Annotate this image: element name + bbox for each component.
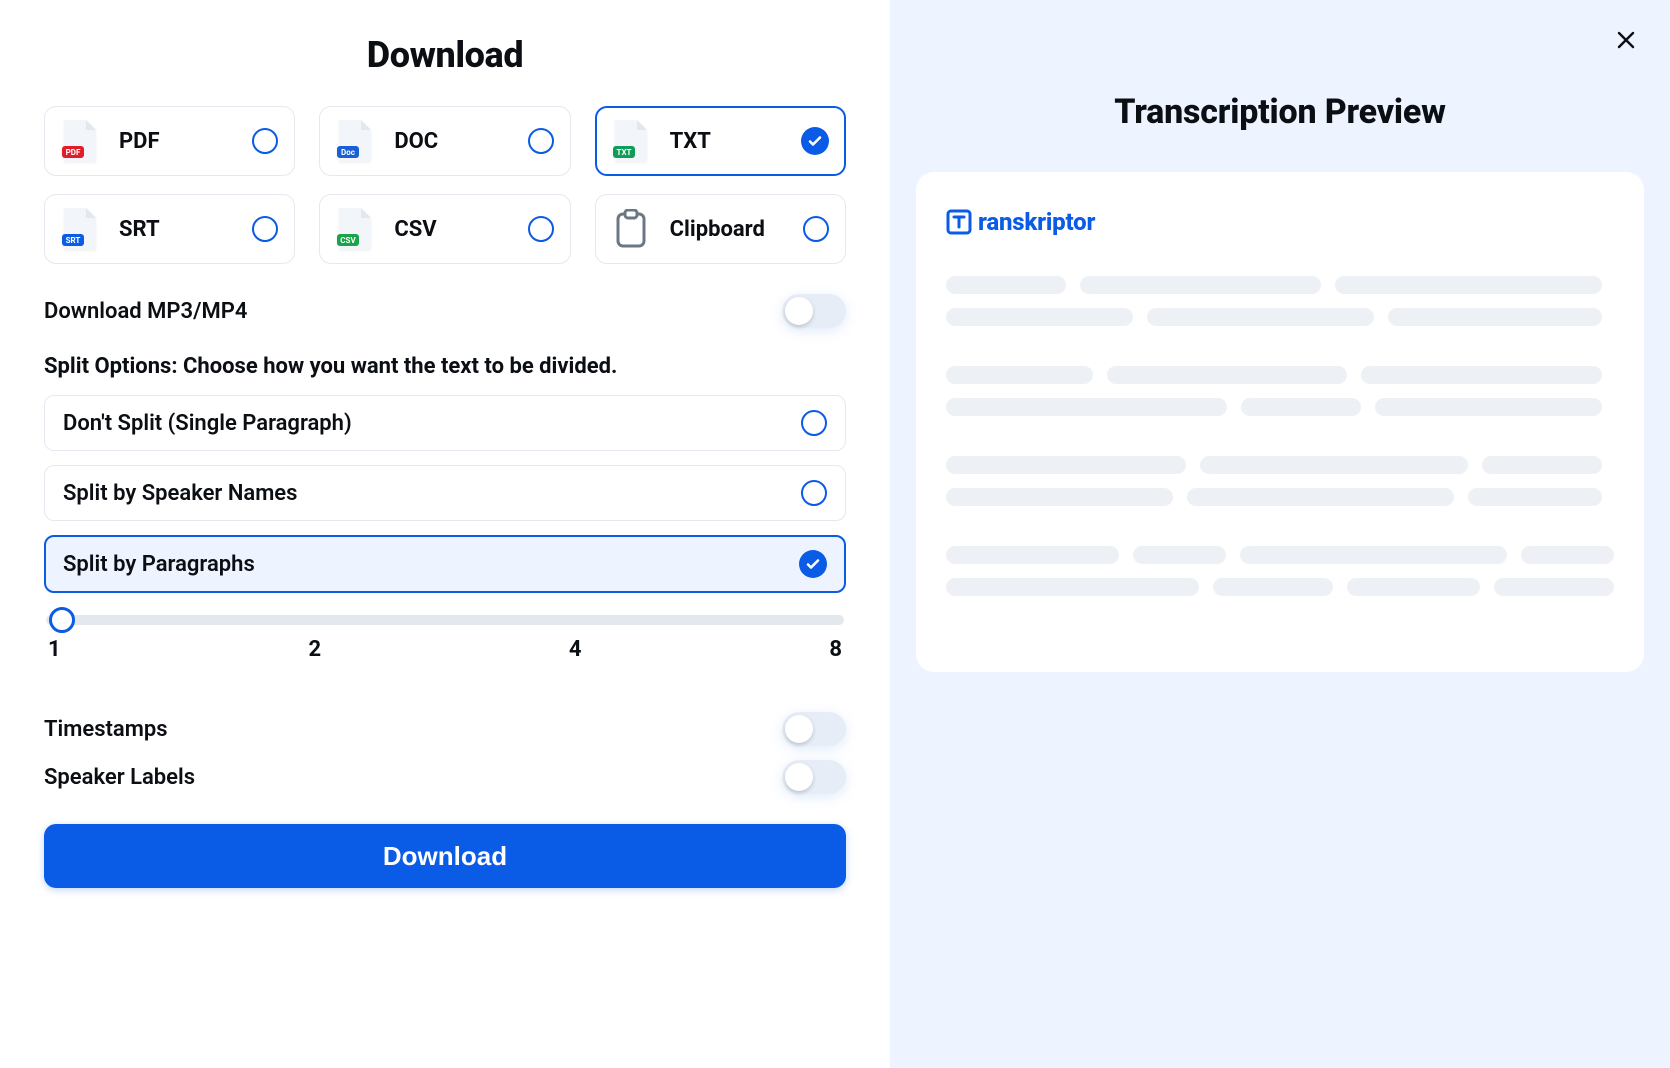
download-media-toggle[interactable] (782, 294, 846, 328)
additional-toggles: Timestamps Speaker Labels (44, 712, 846, 794)
brand-logo: ranskriptor (946, 208, 1614, 236)
format-option-clipboard[interactable]: Clipboard (595, 194, 846, 264)
download-button[interactable]: Download (44, 824, 846, 888)
file-csv-icon: CSV (332, 206, 378, 252)
format-label: PDF (119, 129, 160, 154)
svg-text:PDF: PDF (66, 148, 81, 157)
download-panel: Download PDF PDF (0, 0, 890, 1068)
file-doc-icon: Doc (332, 118, 378, 164)
preview-card: ranskriptor (916, 172, 1644, 672)
split-option-label: Don't Split (Single Paragraph) (63, 411, 352, 436)
timestamps-label: Timestamps (44, 717, 168, 742)
split-option-single[interactable]: Don't Split (Single Paragraph) (44, 395, 846, 451)
page-title: Download (44, 34, 846, 76)
split-option-label: Split by Speaker Names (63, 481, 297, 506)
radio-checked-icon (799, 550, 827, 578)
format-option-csv[interactable]: CSV CSV (319, 194, 570, 264)
close-icon[interactable] (1614, 28, 1642, 56)
format-label: SRT (119, 217, 160, 242)
skeleton-paragraph (946, 456, 1614, 506)
format-label: CSV (394, 217, 436, 242)
svg-text:Doc: Doc (341, 148, 355, 157)
split-options-heading: Split Options: Choose how you want the t… (44, 354, 846, 379)
preview-title: Transcription Preview (916, 92, 1644, 132)
split-option-paragraphs[interactable]: Split by Paragraphs (44, 535, 846, 593)
download-media-label: Download MP3/MP4 (44, 299, 247, 324)
format-option-srt[interactable]: SRT SRT (44, 194, 295, 264)
brand-text: ranskriptor (978, 208, 1095, 236)
svg-text:SRT: SRT (66, 236, 81, 245)
preview-panel: Transcription Preview ranskriptor (890, 0, 1670, 1068)
radio-unchecked-icon (801, 410, 827, 436)
radio-checked-icon (801, 127, 829, 155)
slider-tick: 4 (569, 637, 582, 662)
speaker-labels-toggle[interactable] (782, 760, 846, 794)
svg-text:CSV: CSV (341, 236, 357, 245)
skeleton-paragraph (946, 276, 1614, 326)
timestamps-row: Timestamps (44, 712, 846, 746)
slider-tick: 2 (308, 637, 321, 662)
radio-unchecked-icon (252, 216, 278, 242)
slider-tick: 1 (48, 637, 61, 662)
radio-unchecked-icon (801, 480, 827, 506)
paragraph-slider[interactable]: 1 2 4 8 (46, 615, 844, 662)
slider-tick: 8 (829, 637, 842, 662)
radio-unchecked-icon (252, 128, 278, 154)
split-option-label: Split by Paragraphs (63, 552, 255, 577)
speaker-labels-row: Speaker Labels (44, 760, 846, 794)
slider-labels: 1 2 4 8 (46, 637, 844, 662)
timestamps-toggle[interactable] (782, 712, 846, 746)
format-option-pdf[interactable]: PDF PDF (44, 106, 295, 176)
skeleton-paragraph (946, 366, 1614, 416)
format-option-txt[interactable]: TXT TXT (595, 106, 846, 176)
split-option-speaker[interactable]: Split by Speaker Names (44, 465, 846, 521)
file-txt-icon: TXT (608, 118, 654, 164)
svg-text:TXT: TXT (616, 148, 631, 157)
format-label: DOC (394, 129, 438, 154)
download-media-row: Download MP3/MP4 (44, 294, 846, 328)
clipboard-icon (608, 206, 654, 252)
format-option-doc[interactable]: Doc DOC (319, 106, 570, 176)
format-label: TXT (670, 129, 711, 154)
file-pdf-icon: PDF (57, 118, 103, 164)
slider-track[interactable] (46, 615, 844, 625)
speaker-labels-label: Speaker Labels (44, 765, 195, 790)
skeleton-paragraph (946, 546, 1614, 596)
radio-unchecked-icon (528, 216, 554, 242)
file-srt-icon: SRT (57, 206, 103, 252)
format-label: Clipboard (670, 217, 765, 242)
slider-thumb[interactable] (49, 607, 75, 633)
radio-unchecked-icon (803, 216, 829, 242)
format-grid: PDF PDF Doc DOC (44, 106, 846, 264)
radio-unchecked-icon (528, 128, 554, 154)
